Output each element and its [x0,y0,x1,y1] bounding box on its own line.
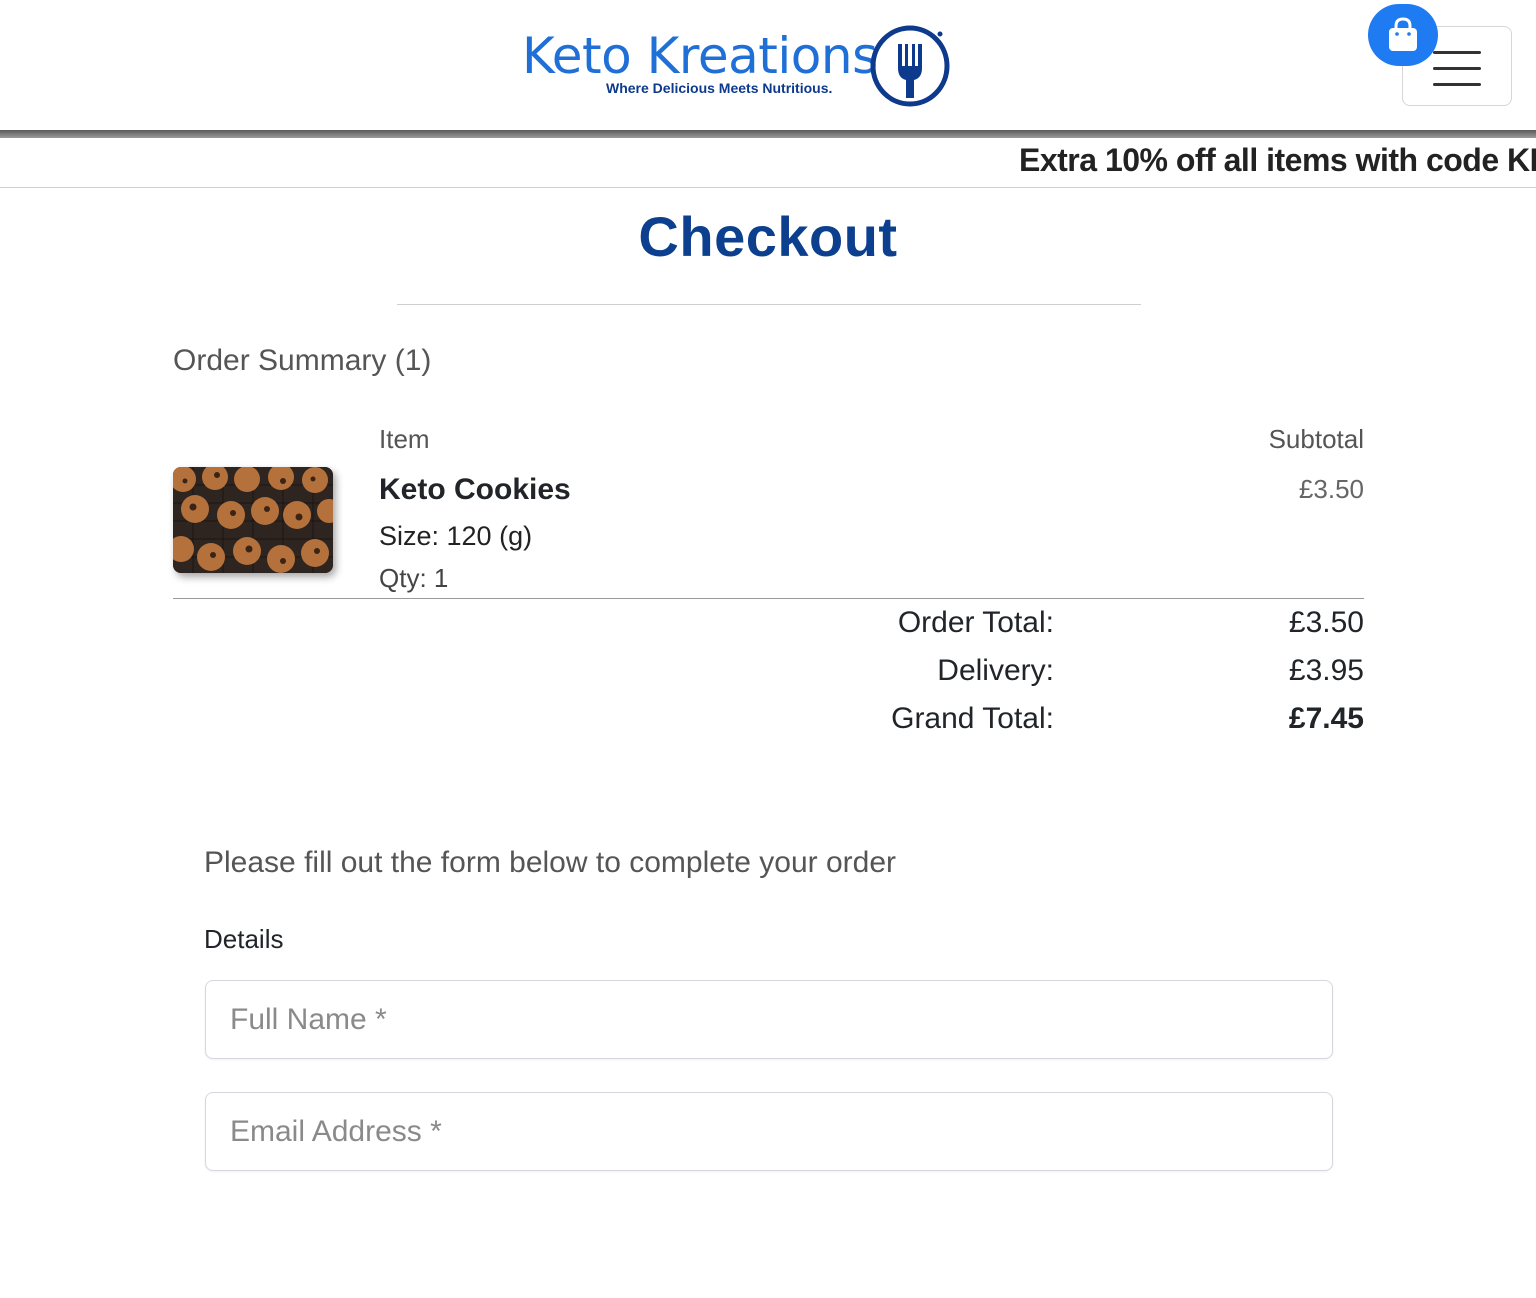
summary-divider [173,598,1364,599]
order-total-value: £3.50 [1288,606,1364,639]
delivery-value: £3.95 [1288,654,1364,687]
brand-tagline: Where Delicious Meets Nutritious. [606,80,833,96]
form-intro-text: Please fill out the form below to comple… [204,846,897,879]
shopping-bag-icon [1389,17,1417,51]
promo-banner: Extra 10% off all items with code KET [0,138,1536,188]
order-summary-heading: Order Summary (1) [173,344,432,377]
page-title: Checkout [638,205,898,268]
column-header-subtotal: Subtotal [1268,424,1364,454]
product-subtotal: £3.50 [1298,474,1364,504]
brand-logo[interactable]: Keto Kreations Where Delicious Meets Nut… [522,24,954,108]
product-name: Keto Cookies [379,473,571,506]
grand-total-value: £7.45 [1288,702,1364,735]
grand-total-label: Grand Total: [891,702,1054,735]
product-quantity: Qty: 1 [379,563,449,593]
brand-name: Keto Kreations [522,27,878,85]
details-section-label: Details [204,924,284,954]
email-input[interactable] [205,1092,1333,1171]
cart-button[interactable] [1368,4,1438,66]
site-header: Keto Kreations Where Delicious Meets Nut… [0,0,1536,132]
fork-logo-icon [870,25,950,107]
product-size: Size: 120 (g) [379,521,533,551]
order-total-label: Order Total: [897,606,1054,639]
column-header-item: Item [379,424,430,454]
hamburger-menu-icon [1433,51,1481,54]
product-image [173,467,333,573]
full-name-input[interactable] [205,980,1333,1059]
promo-text: Extra 10% off all items with code KET [1019,142,1536,178]
delivery-label: Delivery: [937,654,1054,687]
title-divider [397,304,1141,305]
header-divider [0,130,1536,138]
